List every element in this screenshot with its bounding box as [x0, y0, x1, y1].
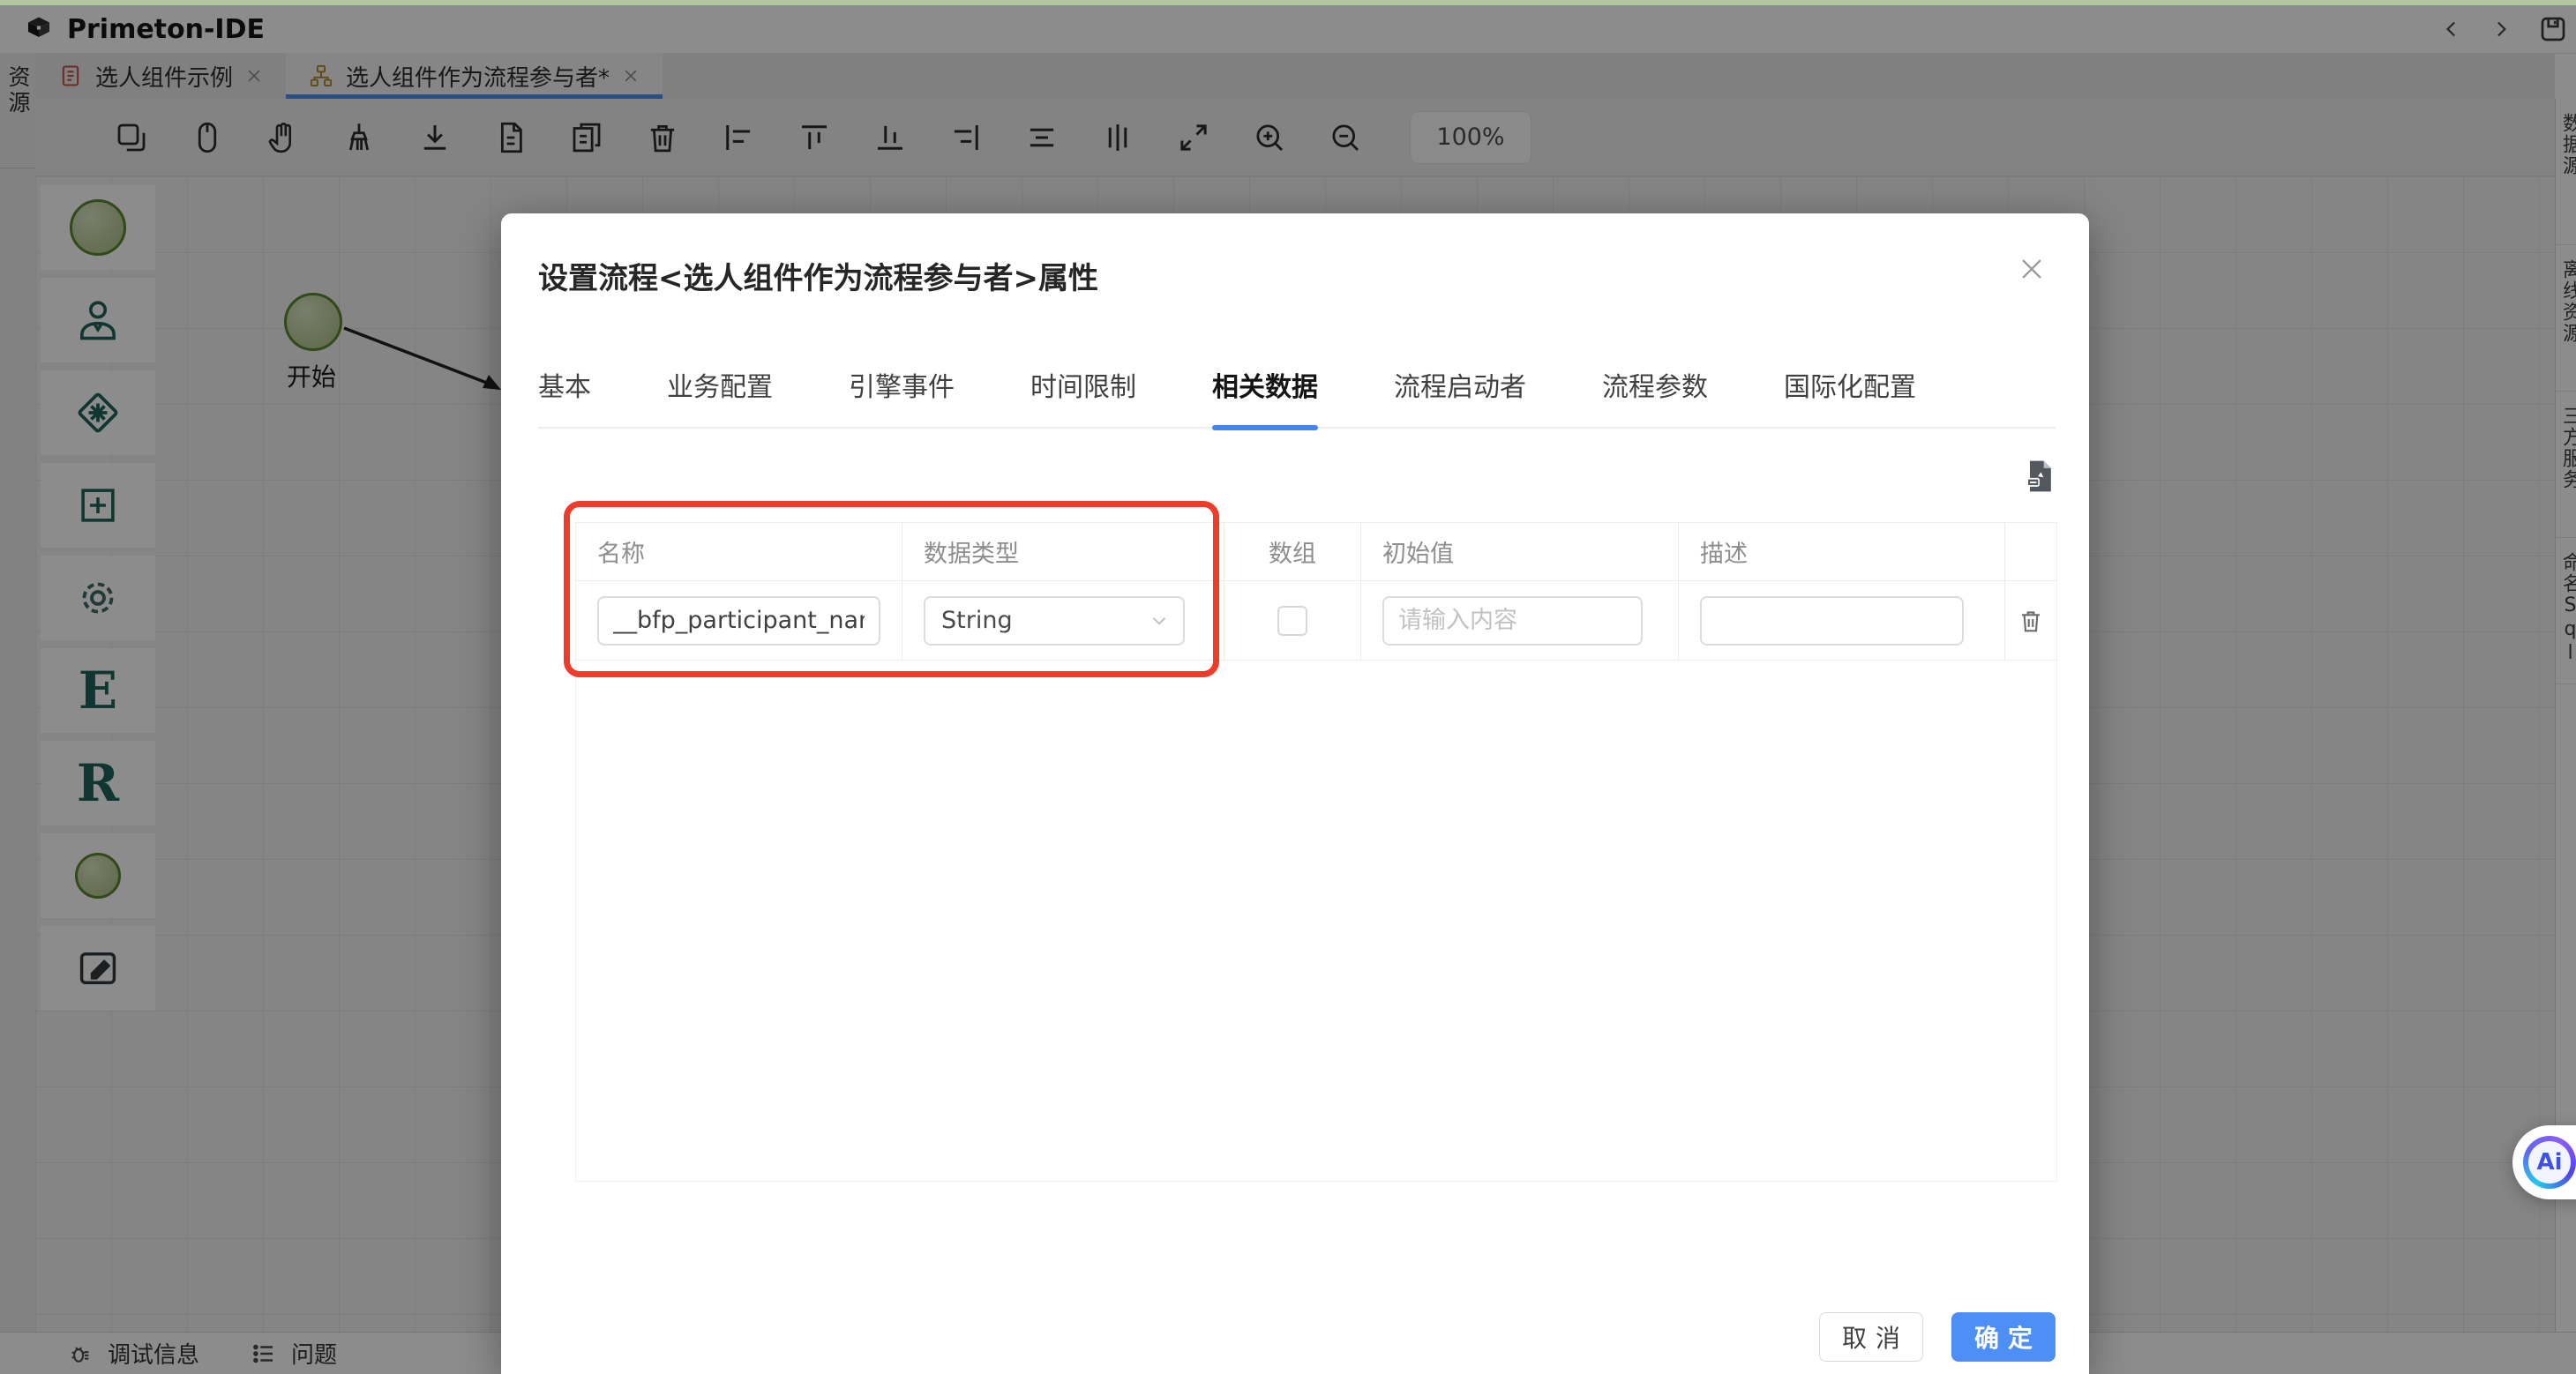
- dialog-tab-process-params[interactable]: 流程参数: [1602, 365, 1708, 427]
- export-file-icon[interactable]: [2020, 457, 2059, 496]
- dialog-tab-business-config[interactable]: 业务配置: [667, 365, 773, 427]
- dialog-close-icon[interactable]: [2017, 254, 2047, 284]
- dialog-tab-time-limit[interactable]: 时间限制: [1030, 365, 1136, 427]
- dialog-tab-i18n-config[interactable]: 国际化配置: [1784, 365, 1916, 427]
- description-input[interactable]: [1700, 596, 1964, 646]
- related-data-table: 名称 数据类型 数组 初始值 描述 String: [575, 522, 2057, 1182]
- header-description: 描述: [1679, 523, 2005, 581]
- header-actions: [2005, 523, 2056, 581]
- data-type-value: String: [941, 607, 1013, 634]
- table-row: String: [576, 581, 2056, 661]
- dialog-tab-basic[interactable]: 基本: [538, 365, 591, 427]
- dialog-tab-related-data[interactable]: 相关数据: [1212, 365, 1318, 427]
- ai-label: Ai: [2528, 1141, 2571, 1184]
- header-initial-value: 初始值: [1361, 523, 1679, 581]
- data-type-select[interactable]: String: [924, 596, 1185, 646]
- header-array: 数组: [1224, 523, 1361, 581]
- dialog-tab-process-initiator[interactable]: 流程启动者: [1394, 365, 1526, 427]
- dialog-tab-engine-events[interactable]: 引擎事件: [849, 365, 955, 427]
- ai-icon: Ai: [2523, 1136, 2576, 1189]
- chevron-down-icon: [1148, 609, 1171, 632]
- ok-button[interactable]: 确定: [1951, 1312, 2056, 1362]
- delete-row-icon[interactable]: [2017, 607, 2045, 635]
- array-checkbox[interactable]: [1277, 606, 1307, 636]
- variable-name-input[interactable]: [597, 596, 880, 646]
- cancel-button[interactable]: 取消: [1819, 1312, 1923, 1362]
- process-properties-dialog: 设置流程<选人组件作为流程参与者>属性 基本 业务配置 引擎事件 时间限制 相关…: [501, 213, 2089, 1374]
- dialog-tab-bar: 基本 业务配置 引擎事件 时间限制 相关数据 流程启动者 流程参数 国际化配置: [538, 365, 2056, 429]
- header-name: 名称: [576, 523, 902, 581]
- table-header-row: 名称 数据类型 数组 初始值 描述: [576, 523, 2056, 581]
- initial-value-input[interactable]: [1382, 596, 1643, 646]
- header-data-type: 数据类型: [902, 523, 1224, 581]
- window-top-accent: [0, 0, 2576, 5]
- dialog-title: 设置流程<选人组件作为流程参与者>属性: [538, 254, 1098, 297]
- app-window: Primeton-IDE 资源 选人组件示例 选人组件作为流程参与者*: [0, 0, 2576, 1374]
